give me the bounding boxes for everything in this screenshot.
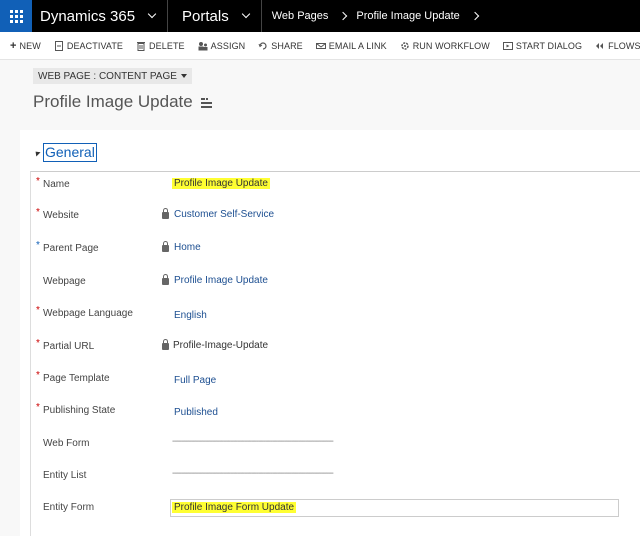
section-header-general[interactable]: General	[33, 143, 97, 162]
app-name: Dynamics 365	[40, 7, 136, 25]
flows-button[interactable]: FLOWS	[595, 41, 640, 51]
partial-url-field-value[interactable]: Profile-Image-Update	[160, 340, 268, 351]
web-form-field-value[interactable]: ----------------------------------------…	[172, 436, 334, 447]
webpage-language-field-value[interactable]: English	[174, 310, 207, 321]
waffle-icon	[9, 9, 23, 23]
share-button[interactable]: SHARE	[258, 41, 303, 51]
area-switcher[interactable]: Portals	[168, 0, 261, 32]
top-navigation-bar: Dynamics 365 Portals Web Pages Profile I…	[0, 0, 640, 32]
field-row-entity-list: Entity List ----------------------------…	[31, 467, 640, 487]
field-row-website: * Website Customer Self-Service	[31, 207, 640, 227]
general-section-fields: * Name Profile Image Update * Website Cu…	[30, 171, 640, 536]
email-link-label: EMAIL A LINK	[328, 40, 387, 51]
field-label: Entity List	[43, 470, 87, 481]
field-label: Partial URL	[43, 341, 95, 352]
page-template-field-value[interactable]: Full Page	[174, 375, 216, 386]
required-asterisk: *	[36, 370, 40, 381]
field-label: Webpage Language	[43, 308, 133, 319]
new-button[interactable]: + NEW	[10, 39, 41, 52]
recommended-asterisk: *	[36, 240, 40, 251]
chevron-right-icon	[339, 11, 348, 21]
share-label: SHARE	[271, 40, 303, 51]
page-title: Profile Image Update	[33, 92, 213, 112]
field-row-name: * Name Profile Image Update	[31, 176, 640, 196]
required-asterisk: *	[36, 338, 40, 349]
app-launcher-button[interactable]	[0, 0, 32, 32]
lock-icon	[162, 274, 169, 285]
breadcrumb: Web Pages Profile Image Update	[262, 0, 488, 32]
field-row-parent-page: * Parent Page Home	[31, 240, 640, 260]
assign-button[interactable]: ASSIGN	[198, 41, 246, 51]
entity-list-field-value[interactable]: ----------------------------------------…	[172, 468, 334, 479]
command-bar: + NEW DEACTIVATE DELETE ASSIGN SHARE EMA…	[0, 32, 640, 60]
flows-label: FLOWS	[608, 40, 640, 51]
deactivate-label: DEACTIVATE	[66, 40, 124, 51]
flows-icon	[596, 42, 604, 49]
run-workflow-button[interactable]: RUN WORKFLOW	[400, 41, 490, 51]
assign-label: ASSIGN	[210, 40, 246, 51]
field-label: Webpage	[43, 276, 86, 287]
lock-icon	[162, 208, 169, 219]
field-row-publishing-state: * Publishing State Published	[31, 402, 640, 422]
breadcrumb-web-pages[interactable]: Web Pages	[272, 10, 329, 22]
plus-icon: +	[10, 39, 17, 52]
required-asterisk: *	[36, 176, 40, 187]
assign-icon	[198, 41, 208, 50]
form-selector[interactable]: WEB PAGE : CONTENT PAGE	[33, 68, 192, 84]
field-row-web-form: Web Form -------------------------------…	[31, 435, 640, 455]
start-dialog-button[interactable]: START DIALOG	[502, 40, 583, 51]
delete-label: DELETE	[149, 40, 185, 51]
field-label: Website	[43, 210, 79, 221]
record-title-text: Profile Image Update	[33, 92, 193, 111]
delete-button[interactable]: DELETE	[136, 41, 185, 51]
chevron-down-icon	[241, 9, 250, 19]
field-row-page-template: * Page Template Full Page	[31, 370, 640, 390]
entity-form-field-value: Profile Image Form Update	[172, 502, 297, 513]
webpage-field-value[interactable]: Profile Image Update	[174, 275, 268, 286]
required-asterisk: *	[36, 207, 40, 218]
field-label: Name	[43, 179, 70, 190]
share-icon	[258, 41, 267, 50]
field-row-partial-url: * Partial URL Profile-Image-Update	[31, 338, 640, 358]
parent-page-field-value[interactable]: Home	[174, 242, 201, 253]
lock-icon	[162, 241, 169, 252]
deactivate-icon	[54, 40, 63, 51]
chevron-right-icon[interactable]	[470, 11, 479, 21]
new-label: NEW	[19, 40, 41, 51]
form-selector-label: WEB PAGE : CONTENT PAGE	[38, 70, 177, 82]
deactivate-button[interactable]: DEACTIVATE	[54, 40, 124, 51]
start-dialog-label: START DIALOG	[515, 40, 583, 51]
record-menu-icon[interactable]	[200, 97, 213, 108]
publishing-state-field-value[interactable]: Published	[174, 407, 218, 418]
run-workflow-label: RUN WORKFLOW	[412, 40, 490, 51]
email-link-button[interactable]: EMAIL A LINK	[315, 40, 387, 51]
name-field-value[interactable]: Profile Image Update	[172, 178, 270, 189]
dialog-icon	[502, 41, 513, 50]
area-name: Portals	[182, 7, 229, 25]
workflow-icon	[400, 41, 409, 50]
field-label: Entity Form	[43, 502, 95, 513]
field-row-entity-form: Entity Form Profile Image Form Update	[31, 499, 640, 519]
entity-form-input[interactable]: Profile Image Form Update	[170, 499, 619, 517]
field-row-webpage: Webpage Profile Image Update	[31, 273, 640, 293]
collapse-triangle-icon[interactable]	[33, 148, 41, 157]
field-row-webpage-language: * Webpage Language English	[31, 305, 640, 325]
field-label: Page Template	[43, 373, 110, 384]
caret-down-icon	[180, 74, 187, 78]
field-label: Web Form	[43, 438, 90, 449]
required-asterisk: *	[36, 402, 40, 413]
section-title: General	[43, 143, 97, 162]
breadcrumb-current-record[interactable]: Profile Image Update	[356, 10, 459, 22]
required-asterisk: *	[36, 305, 40, 316]
chevron-down-icon	[147, 9, 157, 19]
website-field-value[interactable]: Customer Self-Service	[174, 209, 274, 220]
trash-icon	[137, 41, 146, 51]
app-switcher[interactable]: Dynamics 365	[32, 0, 167, 32]
email-icon	[315, 42, 326, 49]
field-label: Parent Page	[43, 243, 99, 254]
field-label: Publishing State	[43, 405, 116, 416]
